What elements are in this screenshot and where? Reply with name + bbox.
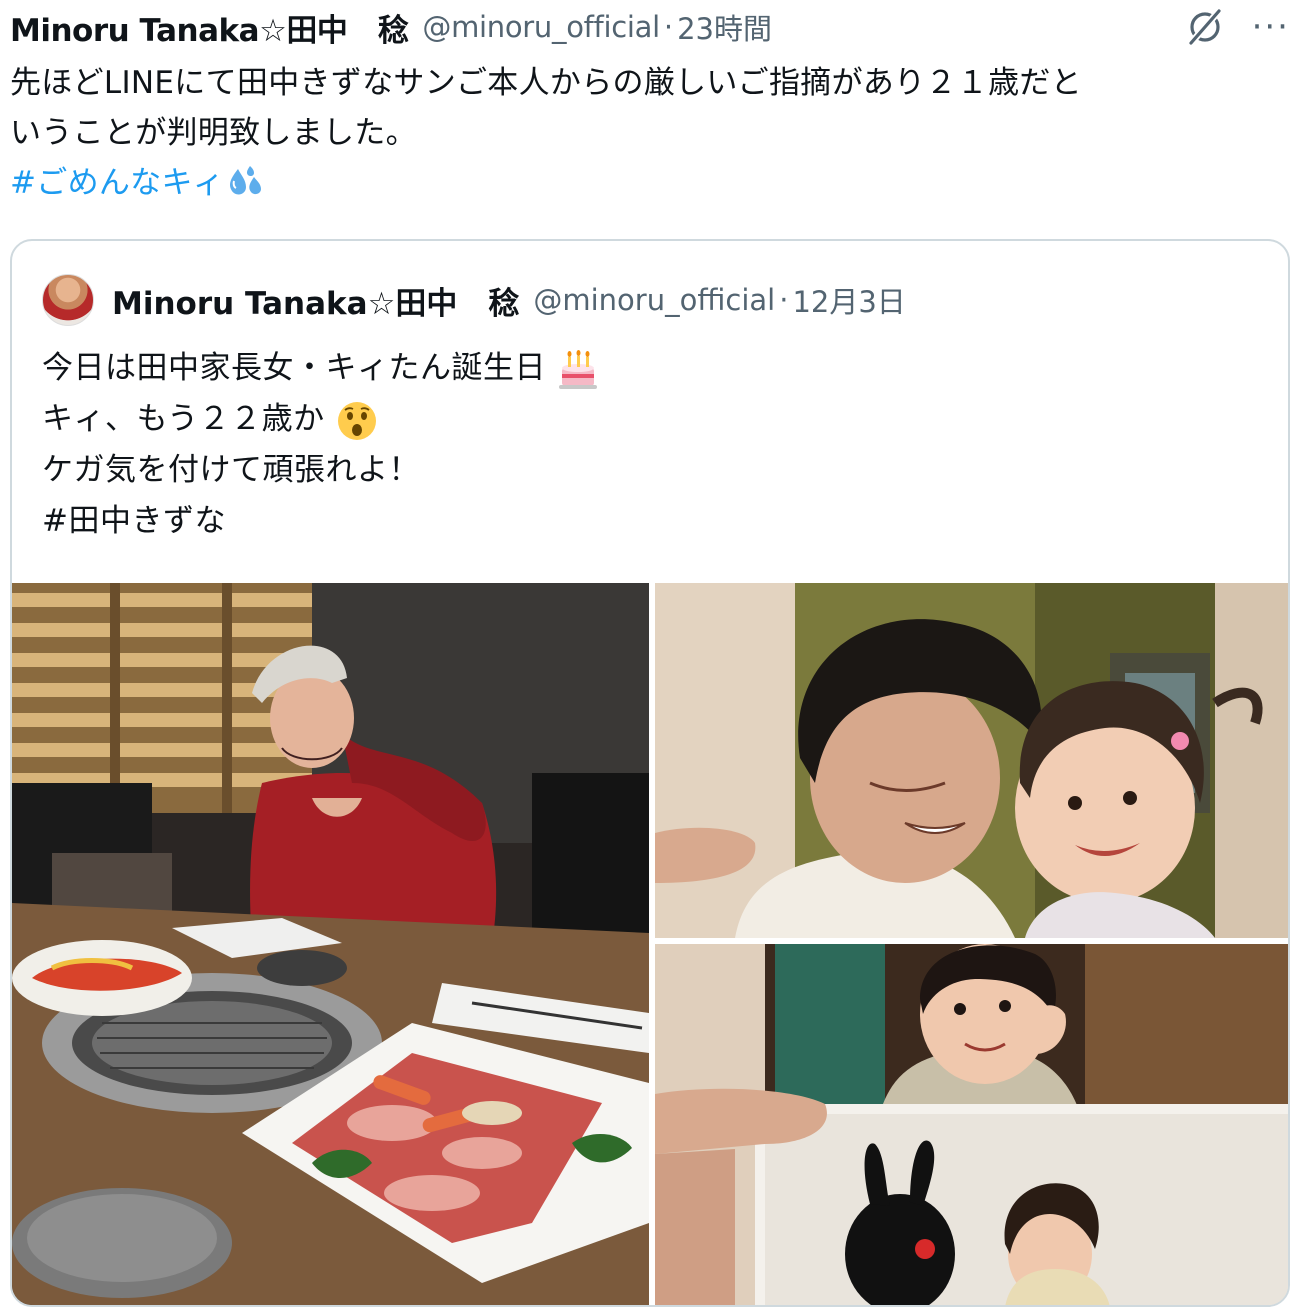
author-name[interactable]: Minoru Tanaka☆田中 稔: [10, 5, 409, 50]
quoted-tweet-header: Minoru Tanaka☆田中 稔 @minoru_official · 12…: [42, 269, 906, 331]
quoted-author-handle[interactable]: @minoru_official: [533, 283, 775, 317]
quoted-tweet-card[interactable]: Minoru Tanaka☆田中 稔 @minoru_official · 12…: [10, 239, 1290, 1307]
separator-dot: ·: [779, 283, 789, 317]
quoted-text-line: ケガ気を付けて頑張れよ！: [42, 452, 420, 488]
tweet-header: Minoru Tanaka☆田中 稔 @minoru_official · 23…: [10, 4, 1290, 50]
photo-restaurant-dinner[interactable]: [12, 583, 649, 1305]
header-actions: ···: [1184, 4, 1290, 50]
photo-father-toddler[interactable]: [655, 583, 1288, 938]
quoted-text-line: キィ、もう２２歳か: [42, 401, 325, 437]
hashtag-link[interactable]: #ごめんなキィ: [10, 158, 268, 208]
tweet-text-line: 先ほどLINEにて田中きずなサンご本人からの厳しいご指摘があり２１歳だと: [10, 65, 1082, 101]
tweet-text: 先ほどLINEにて田中きずなサンご本人からの厳しいご指摘があり２１歳だと いうこ…: [10, 58, 1290, 208]
media-grid: [12, 583, 1288, 1305]
avatar[interactable]: [42, 274, 94, 326]
tweet-text-line: いうことが判明致しました。: [10, 115, 417, 151]
hashtag-text[interactable]: #ごめんなキィ: [10, 158, 224, 208]
separator-dot: ·: [663, 10, 674, 44]
quoted-hashtag[interactable]: #田中きずな: [42, 496, 600, 547]
quoted-text-line: 今日は田中家長女・キィたん誕生日: [42, 350, 546, 386]
quoted-tweet-text: 今日は田中家長女・キィたん誕生日 キィ、もう２２歳か ケガ気を付けて頑張れよ！ …: [42, 343, 600, 547]
birthday-cake-icon: [559, 349, 598, 389]
author-handle[interactable]: @minoru_official: [422, 10, 660, 44]
photo-child-portraits[interactable]: [655, 944, 1288, 1305]
grok-icon[interactable]: [1184, 6, 1226, 48]
timestamp[interactable]: 23時間: [677, 6, 772, 48]
sweat-droplets-icon: [230, 166, 262, 195]
more-options-icon[interactable]: ···: [1252, 10, 1290, 44]
quoted-author-name[interactable]: Minoru Tanaka☆田中 稔: [112, 278, 519, 323]
hushed-face-icon: [337, 401, 376, 440]
quoted-date[interactable]: 12月3日: [792, 279, 905, 321]
